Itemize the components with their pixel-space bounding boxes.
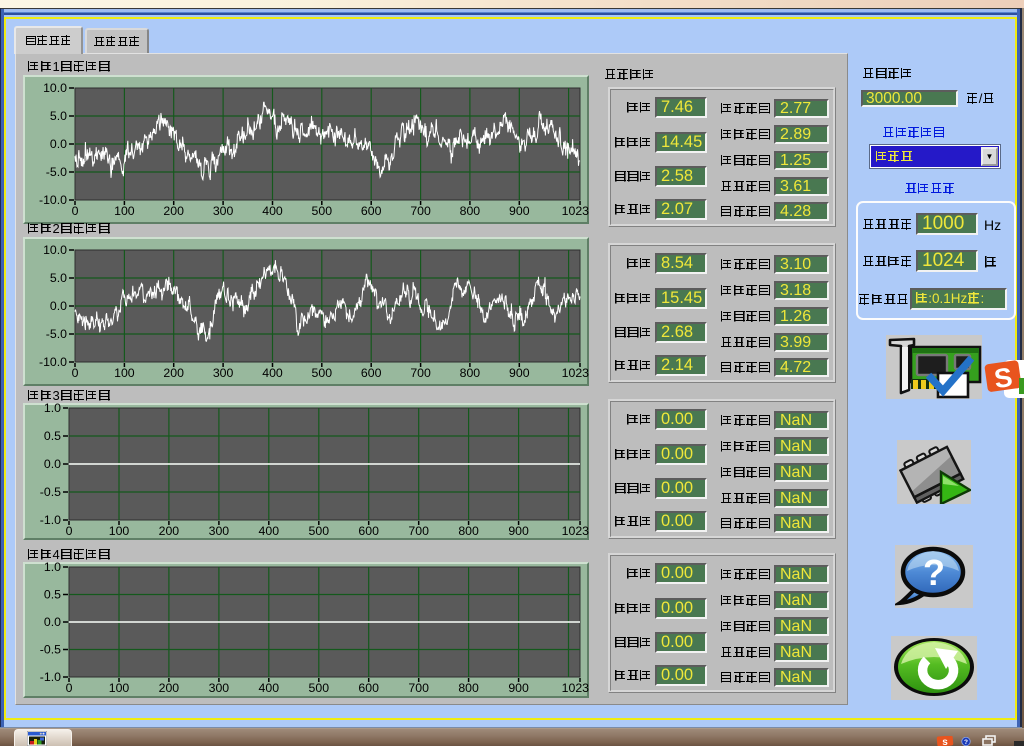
svg-text:0.0: 0.0	[44, 457, 61, 471]
svg-text:-1.0: -1.0	[40, 670, 61, 684]
svg-text:1023: 1023	[562, 681, 590, 695]
svg-text:1.0: 1.0	[44, 401, 61, 415]
svg-text:100: 100	[109, 524, 130, 538]
svg-text:200: 200	[163, 366, 184, 380]
svg-text:0: 0	[66, 681, 73, 695]
svg-text:-0.5: -0.5	[40, 485, 61, 499]
svg-text:10.0: 10.0	[43, 243, 67, 257]
svg-text:100: 100	[109, 681, 130, 695]
svg-text:0: 0	[66, 524, 73, 538]
svg-text:?: ?	[964, 739, 968, 746]
svg-text:900: 900	[509, 366, 530, 380]
svg-text:800: 800	[458, 524, 479, 538]
svg-text:600: 600	[361, 204, 382, 218]
svg-text:700: 700	[408, 524, 429, 538]
svg-text:?: ?	[923, 552, 945, 593]
svg-text:700: 700	[410, 204, 431, 218]
svg-text:5.0: 5.0	[50, 109, 67, 123]
svg-text:0: 0	[72, 366, 79, 380]
svg-text:0.0: 0.0	[50, 137, 67, 151]
svg-text:300: 300	[209, 681, 230, 695]
svg-text:400: 400	[259, 524, 280, 538]
svg-text:500: 500	[312, 366, 333, 380]
svg-text:5.0: 5.0	[50, 271, 67, 285]
svg-text:700: 700	[408, 681, 429, 695]
svg-text:-10.0: -10.0	[39, 355, 67, 369]
svg-text:300: 300	[209, 524, 230, 538]
svg-text:500: 500	[312, 204, 333, 218]
svg-text:600: 600	[361, 366, 382, 380]
svg-text:0.0: 0.0	[50, 299, 67, 313]
svg-text:600: 600	[358, 681, 379, 695]
svg-text:10.0: 10.0	[43, 81, 67, 95]
svg-text:300: 300	[213, 204, 234, 218]
svg-text:-0.5: -0.5	[40, 643, 61, 657]
svg-text:-5.0: -5.0	[46, 165, 67, 179]
svg-text:800: 800	[460, 204, 481, 218]
svg-text:100: 100	[114, 366, 135, 380]
svg-text:700: 700	[410, 366, 431, 380]
svg-text:300: 300	[213, 366, 234, 380]
svg-text:600: 600	[358, 524, 379, 538]
svg-text:400: 400	[262, 204, 283, 218]
svg-text:-5.0: -5.0	[46, 327, 67, 341]
svg-text:800: 800	[460, 366, 481, 380]
svg-text:0.0: 0.0	[44, 615, 61, 629]
svg-text:1.0: 1.0	[44, 560, 61, 574]
svg-text:-10.0: -10.0	[39, 193, 67, 207]
svg-text:0.5: 0.5	[44, 588, 61, 602]
svg-text:0.5: 0.5	[44, 429, 61, 443]
svg-text:900: 900	[509, 204, 530, 218]
svg-text:-1.0: -1.0	[40, 513, 61, 527]
svg-text:200: 200	[159, 681, 180, 695]
svg-text:400: 400	[259, 681, 280, 695]
svg-text:200: 200	[163, 204, 184, 218]
svg-text:500: 500	[309, 681, 330, 695]
svg-text:800: 800	[458, 681, 479, 695]
svg-text:200: 200	[159, 524, 180, 538]
svg-text:900: 900	[508, 524, 529, 538]
svg-text:900: 900	[508, 681, 529, 695]
svg-text:100: 100	[114, 204, 135, 218]
svg-text:s: s	[942, 737, 948, 746]
svg-text:400: 400	[262, 366, 283, 380]
svg-text:500: 500	[309, 524, 330, 538]
svg-text:0: 0	[72, 204, 79, 218]
